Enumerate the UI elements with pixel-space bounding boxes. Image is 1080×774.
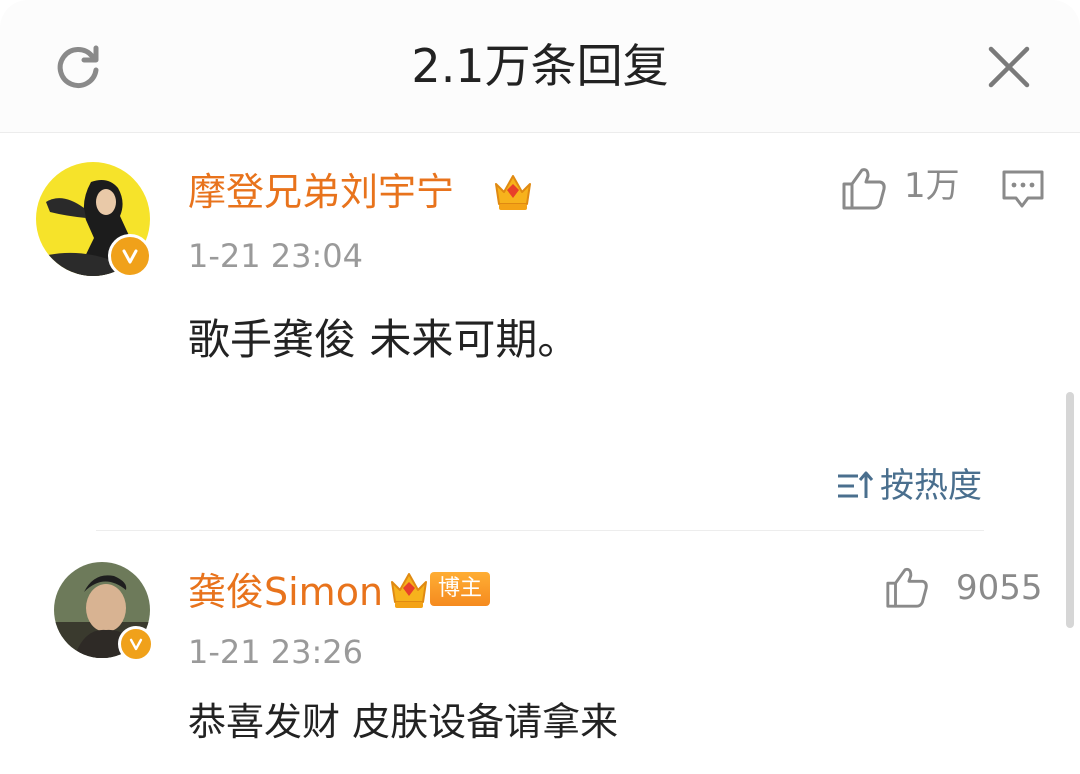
avatar[interactable] xyxy=(54,562,154,662)
crown-icon xyxy=(391,573,427,608)
sort-label: 按热度 xyxy=(880,466,982,506)
header: 2.1万条回复 xyxy=(0,0,1080,133)
blogger-badge: 博主 xyxy=(430,572,491,606)
scrollbar[interactable] xyxy=(1066,392,1074,628)
like-button[interactable]: 9055 xyxy=(884,562,1043,614)
verified-icon xyxy=(108,234,152,278)
avatar[interactable] xyxy=(36,162,152,278)
verified-icon xyxy=(118,626,154,662)
divider xyxy=(96,530,984,531)
timestamp: 1-21 23:26 xyxy=(188,633,364,671)
like-button[interactable]: 1万 xyxy=(840,162,960,214)
page-title: 2.1万条回复 xyxy=(411,39,669,93)
crown-icon xyxy=(495,175,531,210)
reply-button[interactable] xyxy=(1000,166,1046,212)
thumbs-up-icon xyxy=(842,168,886,210)
like-count: 9055 xyxy=(956,568,1043,608)
close-icon xyxy=(988,46,1030,88)
close-button[interactable] xyxy=(984,42,1034,92)
username[interactable]: 摩登兄弟刘宇宁 xyxy=(188,170,454,214)
timestamp: 1-21 23:04 xyxy=(188,237,364,275)
comment-text[interactable]: 恭喜发财 皮肤设备请拿来 xyxy=(188,700,618,744)
reply-icon xyxy=(1002,170,1044,208)
comment-text[interactable]: 歌手龚俊 未来可期。 xyxy=(188,316,579,364)
sort-icon xyxy=(838,471,874,498)
username[interactable]: 龚俊Simon xyxy=(188,570,383,614)
like-count: 1万 xyxy=(904,166,960,206)
thumbs-up-icon xyxy=(886,567,928,608)
reply-panel: 2.1万条回复 摩登兄弟刘宇宁 1-21 23:04 歌手龚俊 未来可期。 1万… xyxy=(0,0,1080,774)
sort-toggle[interactable]: 按热度 xyxy=(836,464,992,508)
